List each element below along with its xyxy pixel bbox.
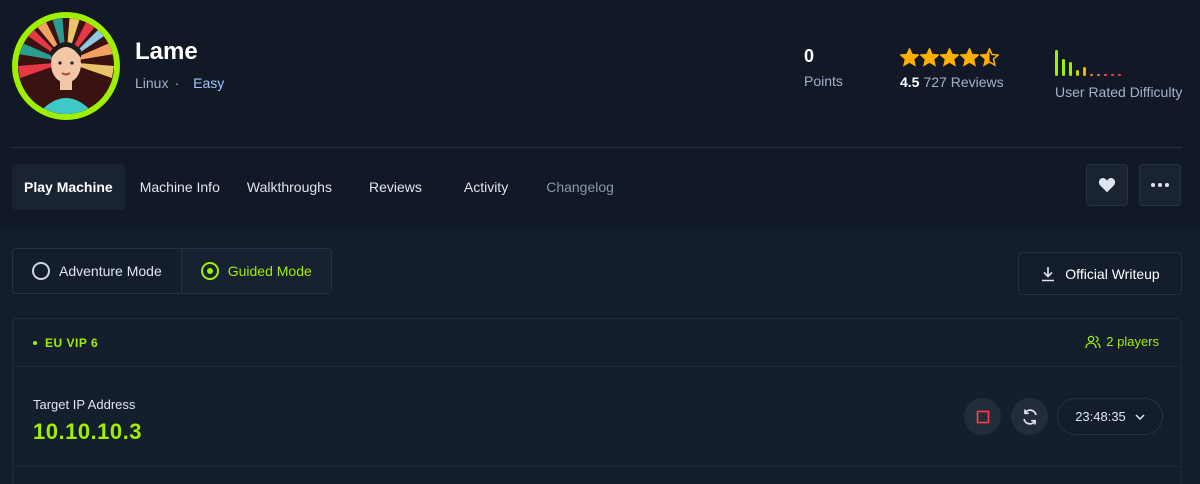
players-label: 2 players [1106, 334, 1159, 349]
tab-activity[interactable]: Activity [452, 164, 520, 210]
heart-icon [1098, 178, 1116, 193]
meta-separator: · [174, 75, 180, 91]
points-label: Points [804, 73, 843, 89]
machine-os: Linux [135, 75, 169, 91]
difficulty-bar [1118, 74, 1121, 76]
machine-name: Lame [135, 38, 198, 65]
star-full-icon [940, 47, 959, 67]
stop-machine-button[interactable] [964, 398, 1001, 435]
header-divider [12, 147, 1182, 148]
difficulty-bar [1090, 74, 1093, 76]
guided-mode-label: Guided Mode [227, 263, 312, 279]
difficulty-bar [1062, 59, 1065, 76]
difficulty-stat: User Rated Difficulty [1055, 46, 1182, 100]
players-count[interactable]: 2 players [1085, 334, 1159, 349]
reviews-count: 727 Reviews [923, 74, 1004, 90]
guided-mode-option[interactable]: Guided Mode [180, 249, 331, 293]
official-writeup-button[interactable]: Official Writeup [1018, 252, 1182, 295]
writeup-label: Official Writeup [1065, 265, 1160, 282]
machine-tabs: Play Machine Machine Info Walkthroughs R… [12, 164, 629, 210]
points-value: 0 [804, 46, 815, 66]
tab-reviews[interactable]: Reviews [357, 164, 434, 210]
server-name: EU VIP 6 [45, 336, 99, 350]
difficulty-bar [1069, 62, 1072, 76]
difficulty-chart [1055, 46, 1182, 76]
tab-walkthroughs[interactable]: Walkthroughs [235, 164, 344, 210]
ellipsis-icon [1151, 183, 1169, 187]
download-icon [1042, 266, 1055, 281]
guided-radio-icon [200, 262, 219, 280]
difficulty-label: User Rated Difficulty [1055, 84, 1183, 100]
target-ip-label: Target IP Address [33, 397, 136, 412]
tab-play-machine[interactable]: Play Machine [12, 164, 125, 210]
tab-machine-info[interactable]: Machine Info [128, 164, 232, 210]
mode-switch: Adventure Mode Guided Mode [12, 248, 332, 294]
machine-difficulty: Easy [193, 75, 225, 91]
adventure-mode-option[interactable]: Adventure Mode [13, 249, 181, 293]
star-rating [900, 46, 1004, 68]
difficulty-bar [1097, 74, 1100, 76]
chevron-down-icon [1135, 413, 1145, 420]
server-status-dot [33, 341, 37, 345]
panel-divider [13, 466, 1181, 467]
time-remaining-dropdown[interactable]: 23:48:35 [1057, 398, 1163, 435]
machine-meta: Linux · Easy [135, 75, 224, 91]
star-full-icon [960, 47, 979, 67]
reset-machine-button[interactable] [1011, 398, 1048, 435]
more-options-button[interactable] [1139, 164, 1181, 206]
target-ip-address: 10.10.10.3 [33, 419, 142, 444]
panel-header: EU VIP 6 2 players [13, 319, 1181, 367]
difficulty-bar [1083, 67, 1086, 76]
difficulty-bar [1076, 70, 1079, 76]
star-full-icon [920, 47, 939, 67]
rating-stat: 4.5 727 Reviews [900, 46, 1004, 90]
rating-value: 4.5 [900, 74, 920, 90]
difficulty-bar [1055, 50, 1058, 76]
adventure-mode-label: Adventure Mode [59, 263, 162, 279]
refresh-icon [1022, 408, 1037, 425]
server-badge: EU VIP 6 [33, 336, 98, 350]
adventure-radio-icon [32, 262, 50, 280]
favorite-button[interactable] [1086, 164, 1128, 206]
star-full-icon [900, 47, 919, 67]
users-icon [1085, 335, 1101, 348]
avatar-image [18, 18, 114, 114]
points-stat: 0 Points [804, 46, 843, 89]
stop-icon [976, 410, 989, 423]
difficulty-bar [1104, 74, 1107, 76]
machine-avatar [12, 12, 120, 120]
difficulty-bar [1111, 74, 1114, 76]
tab-changelog[interactable]: Changelog [534, 164, 626, 210]
star-half-icon [980, 47, 999, 67]
machine-panel: EU VIP 6 2 players Target IP Address 10.… [12, 318, 1182, 484]
timer-value: 23:48:35 [1075, 409, 1126, 424]
